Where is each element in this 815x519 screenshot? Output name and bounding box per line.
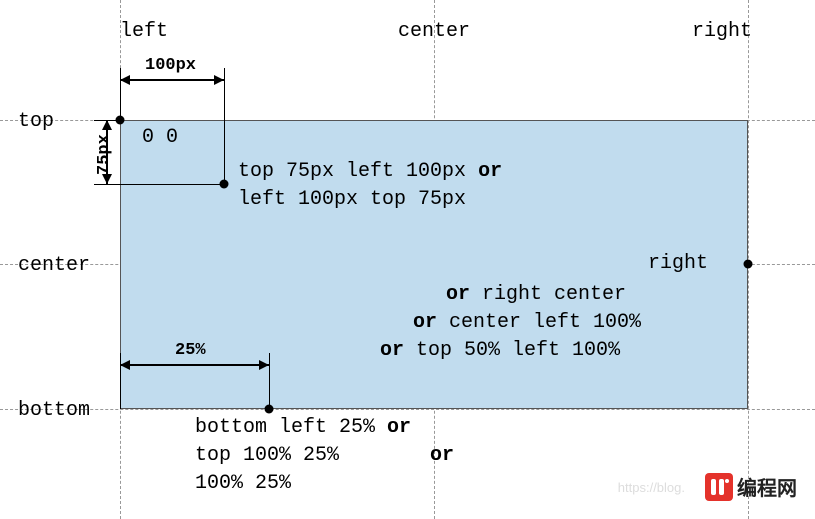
site-logo: 编程网 [705, 472, 797, 501]
label-right-d: top 50% left 100% [416, 339, 620, 362]
label-topleft-a: top 75px left 100px or [238, 160, 502, 183]
dim-75px-tick-b [94, 184, 224, 185]
label-bottom-a: bottom left 25% [195, 416, 375, 439]
dim-25-label: 25% [175, 341, 206, 360]
label-bottom-a-row: bottom left 25% or [195, 416, 411, 439]
label-bottom-c: 100% 25% [195, 472, 291, 495]
dim-25-line [120, 364, 269, 366]
axis-label-right: right [692, 20, 752, 43]
label-right-d-row: or top 50% left 100% [380, 339, 620, 362]
diagram: left center right top center bottom 100p… [0, 0, 815, 519]
kw-or-5: or [387, 416, 411, 439]
label-right-c-row: or center left 100% [413, 311, 641, 334]
axis-label-center-h: center [398, 20, 470, 43]
axis-label-center-v: center [18, 254, 90, 277]
logo-text: 编程网 [737, 472, 797, 501]
label-right-a: right [648, 252, 708, 275]
dim-25-arrow-r [259, 360, 269, 370]
point-right [744, 260, 753, 269]
dim-25-tick-r [269, 353, 270, 409]
label-right-c: center left 100% [449, 311, 641, 334]
axis-label-left: left [120, 20, 168, 43]
point-75-100 [220, 180, 229, 189]
label-bottom-b: top 100% 25% [195, 444, 339, 467]
point-bottom-25 [265, 405, 274, 414]
point-origin [116, 116, 125, 125]
kw-or-4: or [380, 339, 404, 362]
dim-100px-label: 100px [145, 56, 196, 75]
label-origin: 0 0 [142, 126, 178, 149]
dim-100px-tick-r [224, 68, 225, 185]
axis-label-top: top [18, 110, 54, 133]
label-topleft-b: left 100px top 75px [238, 188, 466, 211]
dim-100px-arrow-l [120, 75, 130, 85]
kw-or-1: or [478, 160, 502, 183]
dim-75px-arrow-d [102, 174, 112, 184]
dim-100px-arrow-r [214, 75, 224, 85]
dim-25-arrow-l [120, 360, 130, 370]
label-right-b-row: or right center [446, 283, 626, 306]
kw-or-6: or [430, 444, 454, 467]
kw-or-3: or [413, 311, 437, 334]
dim-100px-line [120, 79, 224, 81]
dim-75px-arrow-u [102, 120, 112, 130]
label-topleft-a-text: top 75px left 100px [238, 160, 466, 183]
faint-url: https://blog. [618, 480, 685, 495]
logo-badge-icon [705, 473, 733, 501]
axis-label-bottom: bottom [18, 399, 90, 422]
label-right-b: right center [482, 283, 626, 306]
kw-or-2: or [446, 283, 470, 306]
gridline-bottom [0, 409, 815, 410]
dim-75px-label: 75px [95, 134, 114, 175]
